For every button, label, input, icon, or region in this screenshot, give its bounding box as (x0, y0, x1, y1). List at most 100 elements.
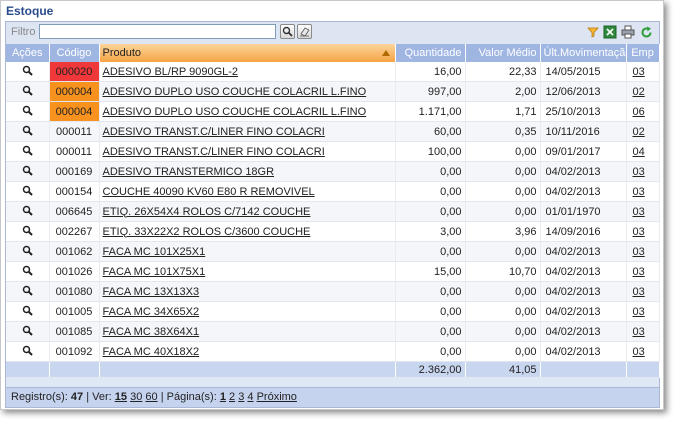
company-link[interactable]: 03 (633, 166, 645, 178)
company-link[interactable]: 03 (633, 66, 645, 78)
view-details-button[interactable] (22, 145, 33, 159)
eraser-icon (300, 27, 310, 37)
magnifier-icon (22, 85, 33, 96)
row-actions-cell (6, 161, 50, 182)
page-link[interactable]: 2 (229, 391, 235, 403)
row-actions-cell (6, 201, 50, 222)
view-details-button[interactable] (22, 245, 33, 259)
funnel-icon (587, 27, 599, 38)
product-cell: COUCHE 40090 KV60 E80 R REMOVIVEL (99, 181, 396, 202)
filter-input[interactable] (39, 24, 276, 39)
average-value-cell: 0,00 (465, 321, 541, 342)
stock-grid-panel: Filtro Ações Código Produto Quantidade V… (5, 21, 660, 408)
company-cell: 03 (626, 161, 660, 182)
company-cell: 02 (626, 81, 660, 102)
last-movement-cell: 04/02/2013 (540, 341, 627, 362)
refresh-button[interactable] (639, 25, 653, 39)
last-movement-cell: 04/02/2013 (540, 321, 627, 342)
company-link[interactable]: 03 (633, 306, 645, 318)
product-link[interactable]: FACA MC 38X64X1 (103, 326, 200, 338)
page-size-option[interactable]: 15 (115, 391, 127, 403)
view-details-button[interactable] (22, 325, 33, 339)
col-header-produto[interactable]: Produto (99, 44, 396, 62)
table-body: 000020 ADESIVO BL/RP 9090GL-2 16,00 22,33 14… (6, 62, 660, 362)
company-cell: 03 (626, 201, 660, 222)
export-excel-button[interactable] (603, 25, 617, 39)
company-link[interactable]: 04 (633, 146, 645, 158)
company-link[interactable]: 03 (633, 286, 645, 298)
page-link[interactable]: 4 (247, 391, 253, 403)
table-row: 001080 FACA MC 13X13X3 0,00 0,00 04/02/2013 0… (6, 281, 660, 302)
company-link[interactable]: 03 (633, 206, 645, 218)
product-link[interactable]: FACA MC 40X18X2 (103, 346, 200, 358)
company-link[interactable]: 02 (633, 126, 645, 138)
product-link[interactable]: ADESIVO BL/RP 9090GL-2 (103, 66, 239, 78)
row-actions-cell (6, 321, 50, 342)
product-link[interactable]: FACA MC 34X65X2 (103, 306, 200, 318)
company-link[interactable]: 03 (633, 186, 645, 198)
page-link[interactable]: 1 (220, 391, 226, 403)
average-value-cell: 0,00 (465, 301, 541, 322)
product-link[interactable]: ADESIVO TRANST.C/LINER FINO COLACRI (103, 126, 325, 138)
records-count: 47 (70, 391, 84, 403)
product-link[interactable]: ADESIVO DUPLO USO COUCHE COLACRIL L.FINO (103, 86, 367, 98)
company-link[interactable]: 03 (633, 346, 645, 358)
last-movement-cell: 04/02/2013 (540, 301, 627, 322)
totals-empty-cell (626, 361, 660, 378)
product-link[interactable]: COUCHE 40090 KV60 E80 R REMOVIVEL (103, 186, 315, 198)
col-header-quantidade[interactable]: Quantidade (395, 44, 466, 62)
col-header-emp[interactable]: Emp (626, 44, 660, 62)
product-link[interactable]: ETIQ. 26X54X4 ROLOS C/7142 COUCHE (103, 206, 311, 218)
view-details-button[interactable] (22, 205, 33, 219)
col-header-valor-medio[interactable]: Valor Médio (465, 44, 541, 62)
view-details-button[interactable] (22, 265, 33, 279)
product-link[interactable]: FACA MC 101X75X1 (103, 266, 206, 278)
col-header-ult-movimentacao[interactable]: Últ.Movimentação (540, 44, 627, 62)
product-link[interactable]: ADESIVO DUPLO USO COUCHE COLACRIL L.FINO (103, 106, 367, 118)
view-details-button[interactable] (22, 85, 33, 99)
company-link[interactable]: 06 (633, 106, 645, 118)
view-details-button[interactable] (22, 105, 33, 119)
product-link[interactable]: FACA MC 101X25X1 (103, 246, 206, 258)
quantity-cell: 0,00 (395, 321, 466, 342)
last-movement-cell: 14/05/2015 (540, 62, 627, 82)
company-link[interactable]: 03 (633, 246, 645, 258)
magnifier-icon (22, 125, 33, 136)
total-quantidade: 2.362,00 (395, 361, 466, 378)
page-link[interactable]: 3 (238, 391, 244, 403)
magnifier-icon (22, 185, 33, 196)
row-actions-cell (6, 221, 50, 242)
view-details-button[interactable] (22, 125, 33, 139)
last-movement-cell: 25/10/2013 (540, 101, 627, 122)
filter-label: Filtro (11, 26, 36, 38)
view-details-button[interactable] (22, 285, 33, 299)
last-movement-cell: 10/11/2016 (540, 121, 627, 142)
view-details-button[interactable] (22, 225, 33, 239)
search-button[interactable] (280, 24, 295, 39)
company-link[interactable]: 03 (633, 326, 645, 338)
filter-funnel-button[interactable] (586, 25, 600, 39)
quantity-cell: 100,00 (395, 141, 466, 162)
product-link[interactable]: ETIQ. 33X22X2 ROLOS C/3600 COUCHE (103, 226, 311, 238)
company-cell: 06 (626, 101, 660, 122)
page-size-option[interactable]: 60 (145, 391, 157, 403)
product-cell: ETIQ. 26X54X4 ROLOS C/7142 COUCHE (99, 201, 396, 222)
view-details-button[interactable] (22, 65, 33, 79)
company-link[interactable]: 03 (633, 226, 645, 238)
view-details-button[interactable] (22, 185, 33, 199)
company-link[interactable]: 03 (633, 266, 645, 278)
product-link[interactable]: FACA MC 13X13X3 (103, 286, 200, 298)
row-actions-cell (6, 101, 50, 122)
col-header-codigo[interactable]: Código (49, 44, 100, 62)
view-details-button[interactable] (22, 305, 33, 319)
clear-filter-button[interactable] (297, 24, 312, 39)
print-button[interactable] (621, 25, 635, 39)
view-details-button[interactable] (22, 165, 33, 179)
product-link[interactable]: ADESIVO TRANST.C/LINER FINO COLACRI (103, 146, 325, 158)
row-actions-cell (6, 301, 50, 322)
company-link[interactable]: 02 (633, 86, 645, 98)
page-size-option[interactable]: 30 (130, 391, 142, 403)
next-page-link[interactable]: Próximo (257, 391, 297, 403)
product-link[interactable]: ADESIVO TRANSTERMICO 18GR (103, 166, 275, 178)
view-details-button[interactable] (22, 345, 33, 359)
